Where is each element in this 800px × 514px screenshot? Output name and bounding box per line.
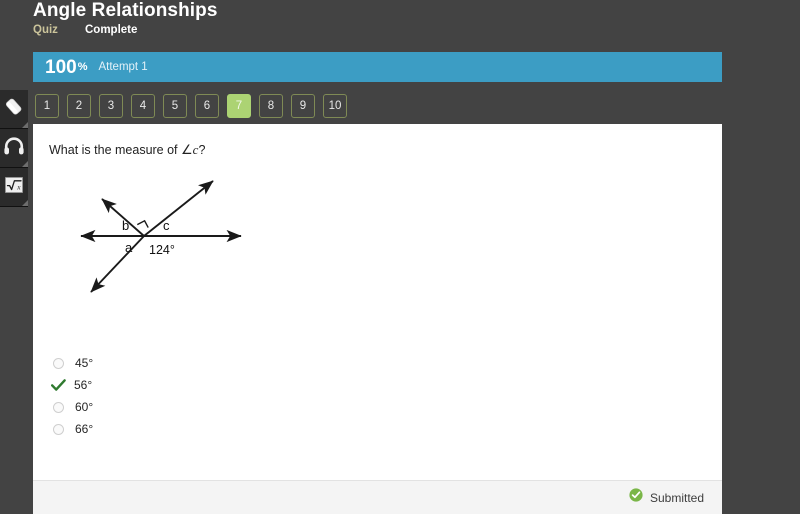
question-prompt: What is the measure of ∠c?	[49, 142, 205, 158]
score-bar: 100 % Attempt 1	[33, 52, 722, 82]
calculator-tool-button[interactable]: x	[0, 168, 28, 207]
calculator-tool-corner	[22, 200, 28, 206]
option-row-4[interactable]: 66°	[51, 418, 93, 440]
quiz-kind-label: Quiz	[33, 24, 58, 36]
page-title: Angle Relationships	[33, 0, 218, 21]
check-mark-icon	[51, 378, 66, 392]
score-percent-symbol: %	[77, 61, 88, 73]
panel-footer: Submitted	[33, 480, 722, 514]
page-button-10[interactable]: 10	[323, 94, 347, 118]
headphones-tool-corner	[22, 161, 28, 167]
page-button-1[interactable]: 1	[35, 94, 59, 118]
page-button-2[interactable]: 2	[67, 94, 91, 118]
question-prompt-suffix: ?	[198, 143, 206, 157]
question-panel: What is the measure of ∠ c? b a c 124° 45…	[33, 124, 722, 480]
radio-button-icon[interactable]	[53, 401, 64, 413]
quiz-status-label: Complete	[85, 24, 138, 36]
quiz-header: Angle Relationships Quiz Complete	[33, 0, 723, 44]
angle-symbol: ∠	[181, 142, 193, 157]
right-angle-mark	[136, 219, 149, 228]
headphones-icon	[3, 136, 25, 161]
option-row-2[interactable]: 56°	[51, 374, 93, 396]
score-value: 100	[45, 56, 77, 78]
page-button-8[interactable]: 8	[259, 94, 283, 118]
answer-options: 45° 56° 60° 66°	[51, 352, 93, 440]
option-row-3[interactable]: 60°	[51, 396, 93, 418]
angle-diagram: b a c 124°	[73, 174, 293, 324]
eraser-tool-corner	[22, 122, 28, 128]
diagram-label-angle: 124°	[149, 243, 175, 257]
submitted-check-icon	[629, 488, 643, 507]
question-pager: 1 2 3 4 5 6 7 8 9 10	[35, 94, 347, 118]
question-prompt-prefix: What is the measure of	[49, 143, 182, 157]
option-label-4: 66°	[75, 422, 94, 436]
square-root-icon: x	[3, 174, 25, 201]
eraser-tool-button[interactable]	[0, 90, 28, 129]
page-button-5[interactable]: 5	[163, 94, 187, 118]
submitted-label: Submitted	[649, 490, 704, 505]
option-row-1[interactable]: 45°	[51, 352, 93, 374]
radio-button-icon[interactable]	[53, 357, 64, 369]
page-button-9[interactable]: 9	[291, 94, 315, 118]
page-button-6[interactable]: 6	[195, 94, 219, 118]
option-label-1: 45°	[75, 356, 94, 370]
eraser-icon	[3, 96, 25, 123]
attempt-label: Attempt 1	[98, 61, 148, 73]
option-label-3: 60°	[75, 400, 94, 414]
diagram-label-b: b	[122, 218, 129, 233]
tool-rail: x	[0, 90, 28, 207]
diagram-label-c: c	[163, 218, 170, 233]
page-button-7[interactable]: 7	[227, 94, 251, 118]
diagram-label-a: a	[125, 240, 133, 255]
status-badge: Submitted	[629, 488, 704, 507]
headphones-tool-button[interactable]	[0, 129, 28, 168]
page-button-3[interactable]: 3	[99, 94, 123, 118]
quiz-meta-row: Quiz Complete	[33, 24, 723, 44]
option-label-2: 56°	[74, 378, 93, 392]
radio-button-icon[interactable]	[53, 423, 64, 435]
page-button-4[interactable]: 4	[131, 94, 155, 118]
svg-text:x: x	[16, 182, 21, 191]
